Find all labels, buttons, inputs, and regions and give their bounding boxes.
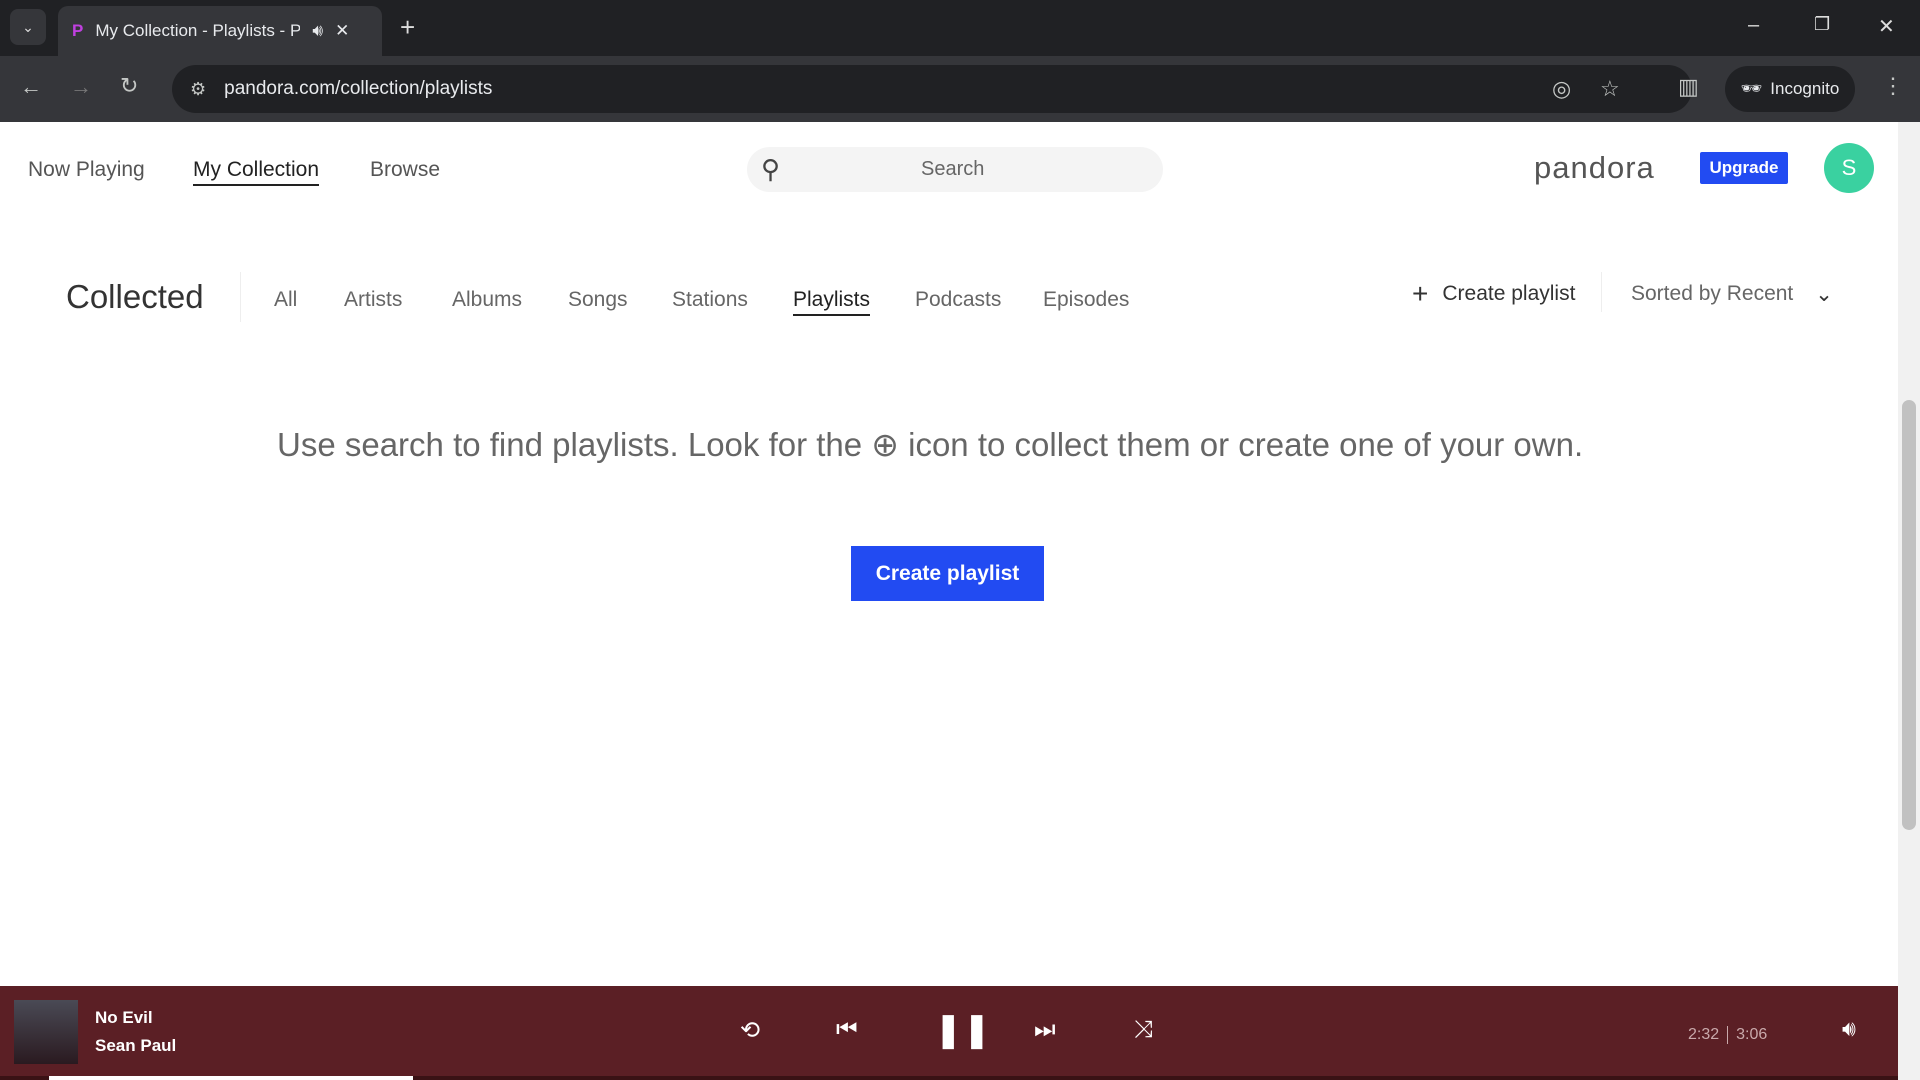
create-playlist-button[interactable]: Create playlist (851, 546, 1044, 601)
address-bar: ← → ↻ ⚙ pandora.com/collection/playlists… (0, 56, 1920, 122)
reload-icon[interactable]: ↻ (120, 73, 138, 99)
browser-tab-bar: ⌄ P My Collection - Playlists - P 🔊︎ ✕ +… (0, 0, 1920, 56)
incognito-label: Incognito (1770, 79, 1840, 98)
pandora-favicon: P (72, 21, 84, 40)
nav-my-collection[interactable]: My Collection (193, 158, 320, 186)
close-window-button[interactable]: ✕ (1878, 14, 1895, 39)
eye-off-icon[interactable]: ◎ (1552, 76, 1571, 102)
incognito-icon: 🕶︎ (1740, 79, 1763, 98)
sidebar-icon[interactable]: ▥ (1678, 74, 1699, 100)
tab-playlists[interactable]: Playlists (793, 288, 871, 316)
sort-dropdown[interactable]: Sorted by Recent ⌄ (1631, 282, 1833, 307)
replay-icon[interactable]: ⟲ (740, 1016, 760, 1045)
incognito-badge[interactable]: 🕶︎ Incognito (1725, 66, 1855, 112)
duration: 3:06 (1736, 1026, 1768, 1043)
search-icon: ⚲ (761, 154, 781, 184)
star-icon[interactable]: ☆ (1600, 76, 1620, 102)
tab-all[interactable]: All (274, 288, 297, 312)
tab-search-button[interactable]: ⌄ (10, 9, 46, 45)
menu-icon[interactable]: ⋮ (1882, 73, 1904, 99)
create-playlist-link[interactable]: + Create playlist (1412, 278, 1575, 310)
close-tab-icon[interactable]: ✕ (335, 21, 349, 41)
empty-state-message: Use search to find playlists. Look for t… (277, 425, 1621, 464)
artist-name[interactable]: Sean Paul (95, 1036, 176, 1056)
scrollbar[interactable] (1898, 122, 1920, 1080)
previous-icon[interactable]: ⏮︎ (836, 1016, 858, 1044)
album-art[interactable] (14, 1000, 78, 1064)
create-playlist-label: Create playlist (1442, 282, 1576, 305)
url-field[interactable]: ⚙ pandora.com/collection/playlists ◎ ☆ (172, 65, 1692, 113)
speaker-icon[interactable]: 🔊︎ (312, 21, 323, 41)
search-placeholder: Search (921, 158, 985, 180)
back-icon[interactable]: ← (20, 74, 42, 100)
divider (240, 272, 241, 322)
upgrade-button[interactable]: Upgrade (1700, 152, 1788, 184)
search-input[interactable]: ⚲ Search (747, 147, 1163, 192)
sort-label: Sorted by Recent (1631, 282, 1794, 305)
chevron-down-icon: ⌄ (1815, 283, 1833, 306)
next-icon[interactable]: ⏭︎ (1034, 1016, 1056, 1044)
tab-podcasts[interactable]: Podcasts (915, 288, 1001, 312)
add-circle-icon: ⊕ (871, 426, 899, 463)
message-text: Use search to find playlists. Look for t… (277, 426, 863, 463)
tab-albums[interactable]: Albums (452, 288, 522, 312)
browser-tab[interactable]: P My Collection - Playlists - P 🔊︎ ✕ (58, 6, 382, 56)
message-text: icon to collect them or create one of yo… (908, 426, 1584, 463)
tab-stations[interactable]: Stations (672, 288, 748, 312)
divider (1601, 272, 1602, 312)
forward-icon[interactable]: → (70, 74, 92, 100)
shuffle-icon[interactable]: ⤨ (1134, 1016, 1153, 1044)
pause-icon[interactable]: ❚❚ (934, 1010, 991, 1050)
progress-bar[interactable] (0, 1076, 1898, 1080)
restore-button[interactable]: ❐ (1814, 14, 1830, 35)
elapsed-time: 2:32 (1688, 1026, 1720, 1043)
pandora-logo[interactable]: pandora (1534, 150, 1655, 186)
now-playing-bar: No Evil Sean Paul ⟲ ⏮︎ ❚❚ ⏭︎ ⤨ 2:32 3:06 … (0, 986, 1898, 1080)
nav-now-playing[interactable]: Now Playing (28, 158, 145, 182)
url-text: pandora.com/collection/playlists (224, 78, 493, 99)
scrollbar-thumb[interactable] (1902, 400, 1916, 830)
nav-browse[interactable]: Browse (370, 158, 440, 182)
progress-fill (49, 1076, 414, 1080)
tab-title: My Collection - Playlists - P (95, 21, 301, 40)
new-tab-button[interactable]: + (400, 12, 415, 43)
volume-icon[interactable]: 🔊︎ (1842, 1016, 1856, 1042)
tab-songs[interactable]: Songs (568, 288, 628, 312)
site-info-icon[interactable]: ⚙ (190, 79, 206, 100)
time-display: 2:32 3:06 (1688, 1026, 1767, 1044)
avatar[interactable]: S (1824, 143, 1874, 193)
tab-artists[interactable]: Artists (344, 288, 402, 312)
plus-icon: + (1412, 278, 1429, 309)
minimize-button[interactable]: – (1748, 14, 1759, 37)
page-title: Collected (66, 278, 204, 315)
track-title[interactable]: No Evil (95, 1008, 153, 1028)
tab-episodes[interactable]: Episodes (1043, 288, 1129, 312)
